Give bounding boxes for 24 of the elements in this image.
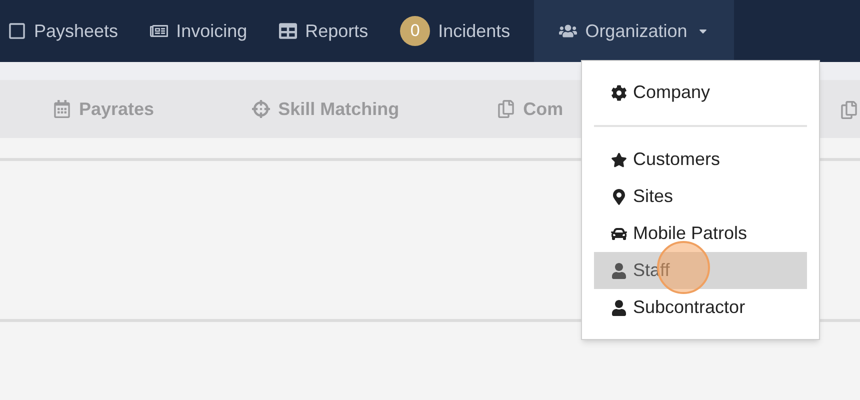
user-icon <box>611 300 627 316</box>
nav-item[interactable]: Reports <box>263 0 384 62</box>
nav-item[interactable]: Invoicing <box>134 0 264 62</box>
menu-item[interactable]: Sites <box>594 178 807 215</box>
users-icon <box>559 22 578 40</box>
crosshairs-icon <box>252 100 270 118</box>
count-badge: 0 <box>400 16 430 46</box>
user-icon <box>611 262 627 278</box>
menu-item[interactable]: Mobile Patrols <box>594 215 807 252</box>
settings-icon <box>611 84 627 100</box>
car-icon <box>611 226 627 242</box>
menu-item[interactable]: Customers <box>594 141 807 178</box>
nav-item[interactable]: 0 Incidents <box>384 0 526 62</box>
copy-icon <box>840 101 858 119</box>
star-icon <box>611 152 627 168</box>
calendar-icon <box>53 100 71 118</box>
nav-item[interactable]: Paysheets <box>0 0 134 62</box>
menu-item[interactable]: Subcontractor <box>594 289 807 326</box>
copy-icon <box>497 100 516 118</box>
newspaper-icon <box>150 22 168 40</box>
map-pin-icon <box>611 188 627 204</box>
table-icon <box>279 22 298 40</box>
menu-item[interactable]: Company <box>594 74 807 111</box>
nav-item[interactable]: Organization <box>534 0 734 62</box>
